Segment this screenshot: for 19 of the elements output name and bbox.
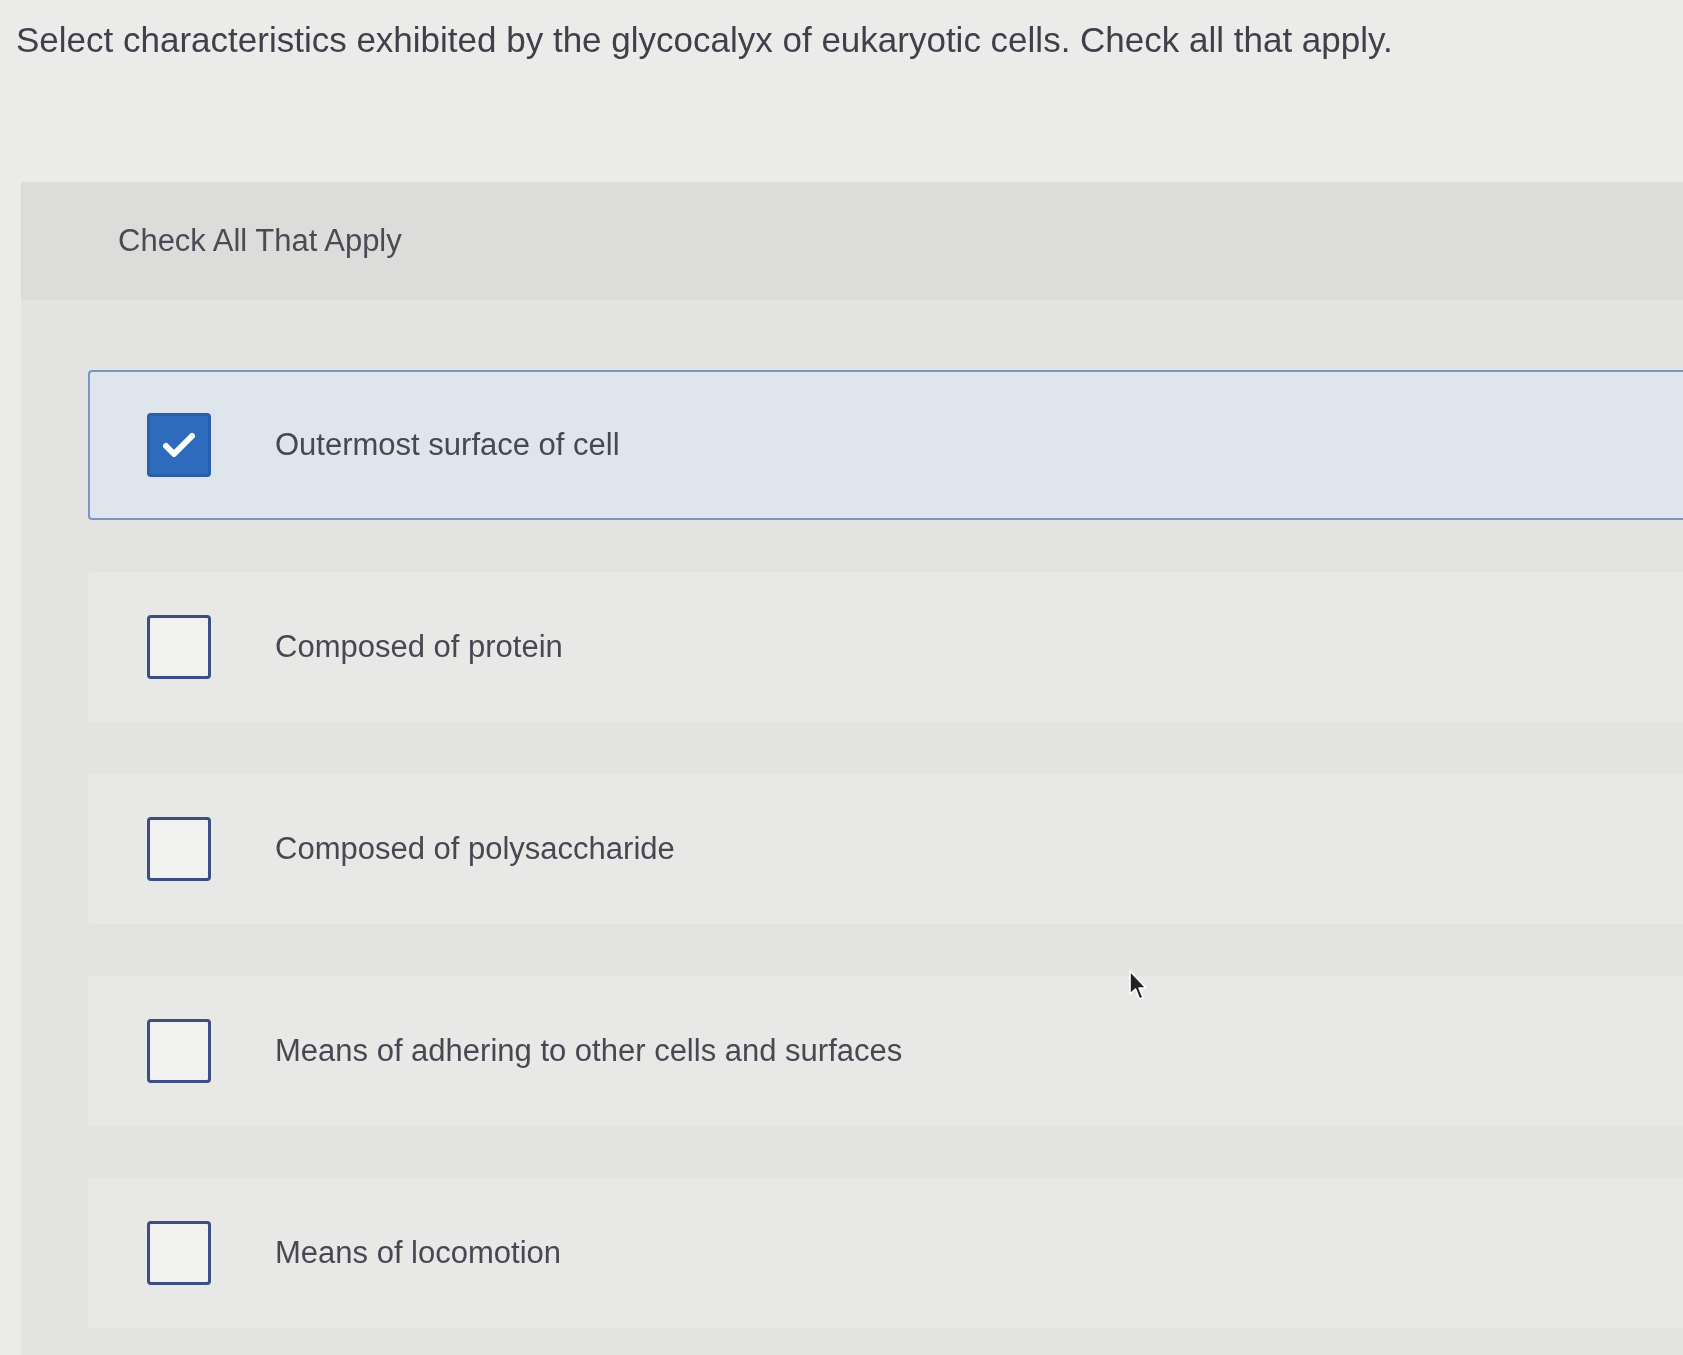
mouse-pointer-icon	[1128, 970, 1148, 1002]
question-text: Select characteristics exhibited by the glycocalyx of eukaryotic cells. Check all that apply.	[15, 19, 1393, 61]
answer-option[interactable]: Means of adhering to other cells and surfaces	[88, 976, 1683, 1126]
option-label: Means of locomotion	[275, 1235, 562, 1271]
checkbox[interactable]	[147, 413, 211, 477]
answer-option[interactable]: Composed of polysaccharide	[88, 774, 1683, 924]
option-label: Outermost surface of cell	[275, 427, 620, 463]
option-label: Means of adhering to other cells and surfaces	[275, 1033, 903, 1069]
check-icon	[163, 433, 195, 457]
instruction-text: Check All That Apply	[118, 223, 402, 259]
checkbox[interactable]	[147, 615, 211, 679]
answer-option[interactable]: Means of locomotion	[88, 1178, 1683, 1328]
answer-option[interactable]: Composed of protein	[88, 572, 1683, 722]
option-label: Composed of protein	[275, 629, 563, 665]
checkbox[interactable]	[147, 1019, 211, 1083]
checkbox[interactable]	[147, 1221, 211, 1285]
option-label: Composed of polysaccharide	[275, 831, 675, 867]
answer-option[interactable]: Outermost surface of cell	[88, 370, 1683, 520]
checkbox[interactable]	[147, 817, 211, 881]
